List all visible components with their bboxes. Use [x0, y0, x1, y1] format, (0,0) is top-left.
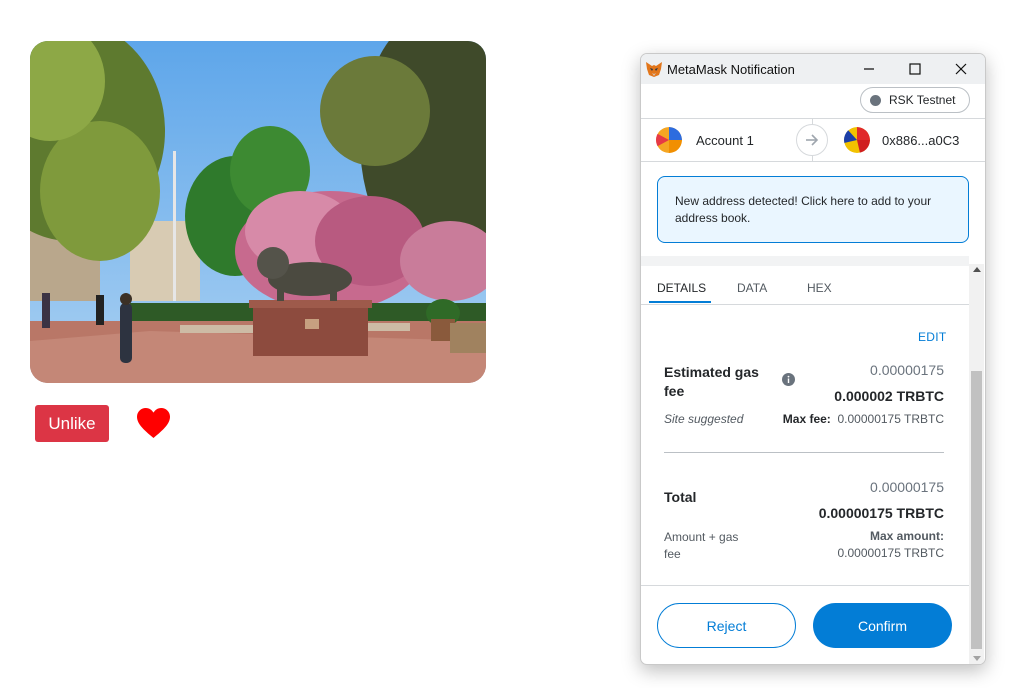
total-secondary: 0.00000175 — [870, 479, 944, 495]
window-title: MetaMask Notification — [667, 62, 795, 77]
tab-details[interactable]: DETAILS — [657, 281, 706, 295]
scrollbar[interactable] — [969, 264, 984, 664]
gas-fee-primary: 0.000002 TRBTC — [834, 388, 944, 404]
max-fee-label: Max fee: — [782, 412, 831, 426]
footer-divider — [641, 585, 969, 586]
sender-account[interactable]: Account 1 — [641, 119, 812, 161]
arrow-right-icon — [796, 124, 828, 156]
sender-account-name: Account 1 — [696, 133, 754, 148]
network-name: RSK Testnet — [889, 93, 956, 107]
amount-plus-gas-label: Amount + gas fee — [664, 530, 739, 561]
confirm-button[interactable]: Confirm — [813, 603, 952, 648]
info-icon[interactable] — [782, 373, 795, 386]
new-address-notice[interactable]: New address detected! Click here to add … — [657, 176, 969, 243]
reject-button[interactable]: Reject — [657, 603, 796, 648]
close-icon[interactable] — [950, 58, 972, 80]
scroll-down-icon[interactable] — [973, 656, 981, 661]
network-status-dot — [870, 94, 881, 106]
scroll-up-icon[interactable] — [973, 267, 981, 272]
gas-fee-secondary: 0.00000175 — [870, 362, 944, 378]
site-suggested-label: Site suggested — [664, 412, 744, 426]
unlike-button[interactable]: Unlike — [35, 405, 109, 442]
section-divider-band — [641, 256, 969, 266]
max-amount-value: 0.00000175 TRBTC — [837, 546, 944, 560]
heart-icon[interactable] — [137, 408, 170, 439]
max-fee: Max fee: 0.00000175 TRBTC — [783, 412, 944, 426]
estimated-gas-label: Estimated gas fee — [664, 364, 759, 399]
total-primary: 0.00000175 TRBTC — [818, 505, 944, 521]
window-titlebar: MetaMask Notification — [641, 54, 985, 84]
campus-photo-image — [30, 41, 486, 383]
tab-hex[interactable]: HEX — [807, 281, 832, 295]
scrollbar-thumb[interactable] — [971, 371, 982, 649]
recipient-avatar — [844, 127, 870, 153]
tab-data[interactable]: DATA — [737, 281, 767, 295]
maximize-icon[interactable] — [904, 58, 926, 80]
sender-recipient-row: Account 1 0x886...a0C3 — [641, 118, 985, 162]
metamask-window: MetaMask Notification RSK Testnet Accoun… — [640, 53, 986, 665]
metamask-fox-icon — [646, 62, 662, 77]
network-selector[interactable]: RSK Testnet — [860, 87, 970, 113]
max-amount-label: Max amount: — [869, 529, 944, 543]
edit-gas-button[interactable]: EDIT — [918, 330, 947, 344]
post-photo — [30, 41, 486, 383]
active-tab-indicator — [649, 301, 711, 303]
sender-avatar — [656, 127, 682, 153]
details-divider — [664, 452, 944, 453]
max-fee-value: 0.00000175 TRBTC — [837, 412, 944, 426]
transaction-tabs: DETAILS DATA HEX — [641, 266, 969, 305]
recipient-account[interactable]: 0x886...a0C3 — [812, 119, 985, 161]
recipient-address: 0x886...a0C3 — [882, 133, 960, 148]
total-label: Total — [664, 489, 697, 505]
minimize-icon[interactable] — [858, 58, 880, 80]
